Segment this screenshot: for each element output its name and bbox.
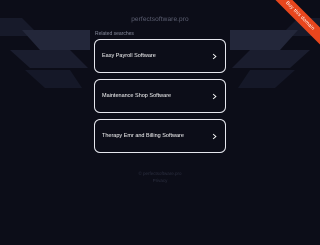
search-link-maintenance-shop[interactable]: Maintenance Shop Software xyxy=(94,79,226,113)
parked-domain-page: perfectsoftware.pro Buy this domain Rela… xyxy=(0,0,320,245)
search-link-easy-payroll[interactable]: Easy Payroll Software xyxy=(94,39,226,73)
chevron-right-icon xyxy=(212,53,217,59)
search-link-label: Easy Payroll Software xyxy=(102,53,156,59)
search-link-therapy-emr[interactable]: Therapy Emr and Billing Software xyxy=(94,119,226,153)
footer-copyright: © perfectsoftware.pro xyxy=(138,171,182,176)
footer-privacy-link[interactable]: Privacy xyxy=(0,178,320,183)
related-searches-heading: Related searches xyxy=(95,31,134,37)
search-link-label: Maintenance Shop Software xyxy=(102,93,172,99)
chevron-right-icon xyxy=(212,133,217,139)
chevron-right-icon xyxy=(212,93,217,99)
domain-name: perfectsoftware.pro xyxy=(131,16,189,23)
search-link-label: Therapy Emr and Billing Software xyxy=(102,133,184,139)
